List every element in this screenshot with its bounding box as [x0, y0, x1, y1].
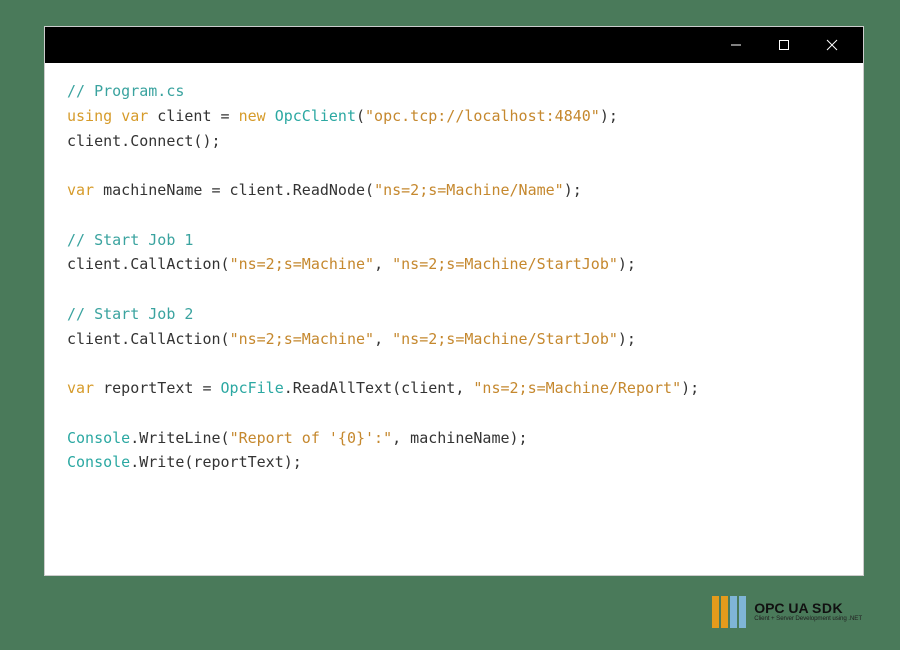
code-keyword: var	[121, 107, 148, 125]
window-titlebar	[45, 27, 863, 63]
code-text: client.Connect();	[67, 132, 221, 150]
code-string: "ns=2;s=Machine/Report"	[473, 379, 681, 397]
code-string: "Report of '{0}':"	[230, 429, 393, 447]
sdk-logo: OPC UA SDK Client + Server Development u…	[712, 596, 862, 628]
code-string: "ns=2;s=Machine/StartJob"	[392, 330, 618, 348]
code-string: "ns=2;s=Machine/Name"	[374, 181, 564, 199]
code-keyword: using	[67, 107, 112, 125]
code-string: "ns=2;s=Machine"	[230, 330, 375, 348]
close-icon	[825, 38, 839, 52]
code-comment: // Program.cs	[67, 82, 184, 100]
code-keyword: new	[239, 107, 266, 125]
code-keyword: var	[67, 379, 94, 397]
logo-text: OPC UA SDK Client + Server Development u…	[754, 601, 862, 622]
maximize-button[interactable]	[761, 27, 807, 63]
code-type: Console	[67, 429, 130, 447]
minimize-icon	[730, 39, 742, 51]
code-string: "ns=2;s=Machine/StartJob"	[392, 255, 618, 273]
terminal-window: // Program.cs using var client = new Opc…	[44, 26, 864, 576]
code-type: OpcClient	[275, 107, 356, 125]
code-string: "ns=2;s=Machine"	[230, 255, 375, 273]
maximize-icon	[778, 39, 790, 51]
code-comment: // Start Job 2	[67, 305, 193, 323]
code-comment: // Start Job 1	[67, 231, 193, 249]
code-string: "opc.tcp://localhost:4840"	[365, 107, 600, 125]
code-type: Console	[67, 453, 130, 471]
close-button[interactable]	[809, 27, 855, 63]
code-keyword: var	[67, 181, 94, 199]
minimize-button[interactable]	[713, 27, 759, 63]
logo-bars-icon	[712, 596, 746, 628]
code-text: client =	[148, 107, 238, 125]
code-type: OpcFile	[221, 379, 284, 397]
code-area: // Program.cs using var client = new Opc…	[45, 63, 863, 575]
